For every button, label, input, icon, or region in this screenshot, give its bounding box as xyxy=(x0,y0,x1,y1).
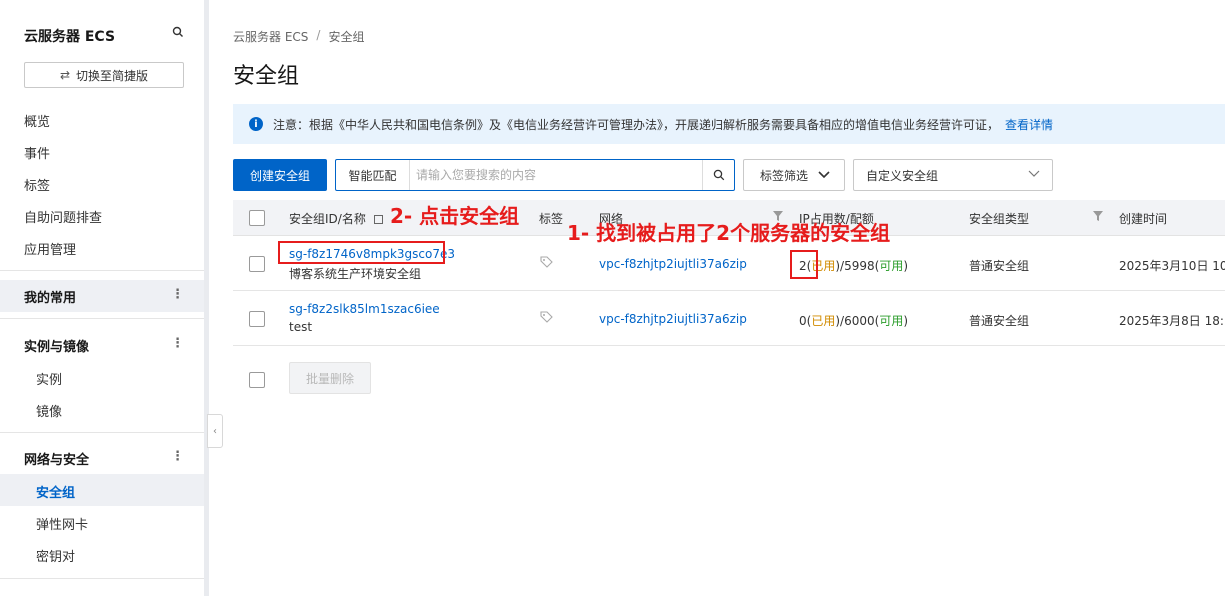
filter-icon[interactable] xyxy=(1093,211,1103,221)
security-group-id-link[interactable]: sg-f8z2slk85lm1szac6iee xyxy=(289,302,440,316)
annotation-step2: 2- 点击安全组 xyxy=(390,204,520,228)
notice-banner: i 注意：根据《中华人民共和国电信条例》及《电信业务经营许可管理办法》，开展递归… xyxy=(233,104,1225,144)
sidebar-item-troubleshoot[interactable]: 自助问题排查 xyxy=(24,207,102,226)
group-label: 实例与镜像 xyxy=(24,339,90,355)
sidebar-item-instances[interactable]: 实例 xyxy=(36,369,62,388)
search-icon[interactable] xyxy=(172,26,184,40)
chevron-down-icon xyxy=(1028,170,1040,177)
vpc-link[interactable]: vpc-f8zhjtp2iujtli37a6zip xyxy=(599,312,747,326)
available-label: 可用 xyxy=(879,314,904,328)
swap-icon: ⇄ xyxy=(59,68,71,82)
more-icon[interactable]: ⋮ xyxy=(171,450,184,464)
search-box: 智能匹配 xyxy=(335,159,735,191)
created-time: 2025年3月10日 10:2 xyxy=(1119,259,1225,273)
security-group-type: 普通安全组 xyxy=(969,314,1030,328)
page-title: 安全组 xyxy=(233,64,300,89)
sidebar-item-images[interactable]: 镜像 xyxy=(36,401,62,420)
used-label: 已用 xyxy=(811,314,836,328)
header-type: 安全组类型 xyxy=(969,212,1030,226)
breadcrumb-current: 安全组 xyxy=(328,30,365,44)
sidebar-item-app-management[interactable]: 应用管理 xyxy=(24,239,76,258)
search-input[interactable] xyxy=(410,161,702,189)
search-mode-select[interactable]: 智能匹配 xyxy=(336,160,410,190)
sidebar-group-instances[interactable]: 实例与镜像 ⋮ xyxy=(0,329,204,361)
sidebar-divider xyxy=(0,432,204,433)
sidebar-item-overview[interactable]: 概览 xyxy=(24,111,50,130)
custom-select-label: 自定义安全组 xyxy=(866,168,939,183)
group-label: 网络与安全 xyxy=(24,452,90,468)
security-group-type: 普通安全组 xyxy=(969,259,1030,273)
breadcrumb-separator: / xyxy=(316,28,321,42)
sidebar-item-eni[interactable]: 弹性网卡 xyxy=(36,514,88,533)
used-count: 0 xyxy=(799,314,807,328)
row-checkbox[interactable] xyxy=(249,311,265,327)
select-all-checkbox[interactable] xyxy=(249,210,265,226)
header-id-name-label: 安全组ID/名称 xyxy=(289,212,366,226)
available-label: 可用 xyxy=(879,259,904,273)
custom-security-group-select[interactable]: 自定义安全组 xyxy=(853,159,1053,191)
tag-filter-label: 标签筛选 xyxy=(760,168,809,183)
header-created: 创建时间 xyxy=(1119,212,1168,226)
quota-value: /6000 xyxy=(840,314,875,328)
tag-icon[interactable] xyxy=(540,256,553,269)
quota-value: /5998 xyxy=(840,259,875,273)
sidebar: 云服务器 ECS ⇄ 切换至简捷版 概览 事件 标签 自助问题排查 应用管理 我… xyxy=(0,0,204,596)
info-icon: i xyxy=(249,117,263,131)
table-row: sg-f8z2slk85lm1szac6iee test vpc-f8zhjtp… xyxy=(233,291,1225,346)
annotation-step1: 1- 找到被占用了2个服务器的安全组 xyxy=(567,221,891,245)
create-security-group-button[interactable]: 创建安全组 xyxy=(233,159,327,191)
vpc-link[interactable]: vpc-f8zhjtp2iujtli37a6zip xyxy=(599,257,747,271)
sidebar-border xyxy=(204,0,209,596)
more-icon[interactable]: ⋮ xyxy=(171,337,184,351)
ip-quota-cell: 0(已用)/6000(可用) xyxy=(799,314,909,328)
security-group-name: test xyxy=(289,320,313,334)
tag-filter-dropdown[interactable]: 标签筛选 xyxy=(743,159,845,191)
breadcrumb: 云服务器 ECS / 安全组 xyxy=(233,28,364,45)
annotation-box-used xyxy=(790,250,818,279)
notice-text: 注意：根据《中华人民共和国电信条例》及《电信业务经营许可管理办法》，开展递归解析… xyxy=(273,117,1000,132)
header-id-name: 安全组ID/名称 xyxy=(289,210,383,227)
sidebar-divider xyxy=(0,318,204,319)
more-icon[interactable]: ⋮ xyxy=(171,288,184,302)
sidebar-group-favorites[interactable]: 我的常用 ⋮ xyxy=(0,280,204,312)
sidebar-divider xyxy=(0,270,204,271)
security-group-name: 博客系统生产环境安全组 xyxy=(289,267,422,281)
chevron-down-icon xyxy=(818,171,830,179)
breadcrumb-ecs[interactable]: 云服务器 ECS xyxy=(233,28,308,45)
sidebar-item-events[interactable]: 事件 xyxy=(24,143,50,162)
sidebar-item-keypair[interactable]: 密钥对 xyxy=(36,546,75,565)
group-label: 我的常用 xyxy=(24,290,77,306)
tag-icon[interactable] xyxy=(540,311,553,324)
copy-icon[interactable] xyxy=(373,215,383,224)
switch-to-simple-button[interactable]: ⇄ 切换至简捷版 xyxy=(24,62,184,88)
created-time: 2025年3月8日 18:12 xyxy=(1119,314,1225,328)
sidebar-active-highlight xyxy=(0,474,204,506)
batch-delete-button[interactable]: 批量删除 xyxy=(289,362,371,394)
sidebar-item-security-group[interactable]: 安全组 xyxy=(36,482,75,501)
search-icon xyxy=(713,169,724,181)
notice-details-link[interactable]: 查看详情 xyxy=(1005,116,1053,133)
sidebar-divider xyxy=(0,578,204,579)
header-tags: 标签 xyxy=(539,212,564,226)
switch-label: 切换至简捷版 xyxy=(76,68,149,83)
annotation-box-id xyxy=(278,241,445,264)
search-button[interactable] xyxy=(702,160,734,190)
row-checkbox[interactable] xyxy=(249,256,265,272)
collapse-sidebar-icon[interactable]: ‹ xyxy=(207,414,223,448)
sidebar-group-network[interactable]: 网络与安全 ⋮ xyxy=(0,442,204,474)
sidebar-item-tags[interactable]: 标签 xyxy=(24,175,50,194)
sidebar-title: 云服务器 ECS xyxy=(24,29,116,45)
footer-select-all-checkbox[interactable] xyxy=(249,372,265,388)
